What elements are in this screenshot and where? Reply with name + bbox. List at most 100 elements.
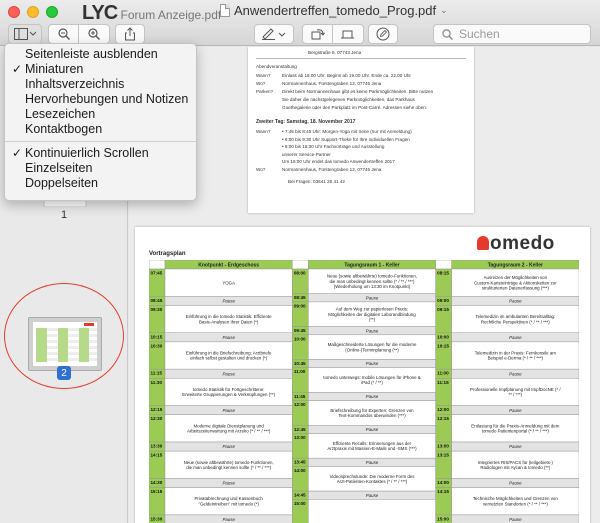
time-label: 14:15 [437,489,449,494]
session-title: Moderne digitale Dienstplanung und Arbeit… [187,423,271,433]
time-label: 10:15 [437,343,449,348]
pause-label: Pause [366,460,379,465]
document-view[interactable]: Bergstraße 8, 07743 Jena Abendveranstalt… [129,47,600,523]
menu-item-items-1[interactable]: ✓ Miniaturen [5,62,196,77]
minimize-window-button[interactable] [27,6,39,18]
session-title: Effiziente Recalls: Erinnerungen aus der… [327,441,417,451]
info-row-value: Einlass ab 18.00 Uhr, Beginn ab 19.00 Uh… [282,73,411,78]
time-label: 07:45 [151,271,163,276]
time-label: 12:15 [151,407,163,412]
sidebar-view-button[interactable] [8,24,42,44]
time-label: 08:00 [294,271,306,276]
menu-item-items-3[interactable]: Hervorhebungen und Notizen [5,92,196,107]
session-title: YOGA [222,280,235,285]
time-label: 08:45 [151,298,163,303]
info-row-value: Um 16:00 Uhr endet das tomedo Anwendertr… [282,159,395,164]
time-label: 10:00 [437,334,449,339]
checkmark-icon: ✓ [12,62,23,76]
menu-item-items2-0[interactable]: ✓ Kontinuierlich Scrollen [5,146,196,161]
session-title: Briefschreibung für Experten: Grenzen vo… [330,408,414,418]
menu-item-items-4[interactable]: Lesezeichen [5,107,196,122]
zoom-in-button[interactable] [79,25,109,43]
time-label: 10:30 [151,343,163,348]
column-header: Knotpunkt - Erdgeschoss [198,262,259,268]
zoom-in-icon [88,28,100,40]
search-input[interactable] [459,27,579,41]
crop-button[interactable] [333,25,363,43]
rotate-button[interactable] [303,25,333,43]
time-label: 15:15 [151,489,163,494]
time-label: 11:15 [437,380,449,385]
title-bar: LYC Forum Anzeige.pdf Anwendertreffen_to… [0,0,600,46]
menu-item-items2-1[interactable]: Einzelseiten [5,161,196,176]
session-title: Telemedizin im ambulanten Bereitsalltag:… [475,314,555,324]
contact-footer: Bei Fragen: 03641 26 41 42 [288,179,345,184]
column-header: Tagungsraum 2 - Keller [488,262,543,268]
menu-item-items-0[interactable]: Seitenleiste ausblenden [5,47,196,62]
time-label: 11:15 [151,371,163,376]
pause-label: Pause [222,517,235,522]
session-title: Ausreizen der Möglichkeiten von Custom-Ka… [474,275,557,290]
logo-hat-icon [477,236,489,250]
pause-label: Pause [222,335,235,340]
close-window-button[interactable] [8,6,20,18]
pause-label: Pause [509,517,522,522]
rotate-icon [311,29,325,40]
info-row-value: • 8:00 bis 16:30 Uhr Fachvorträge und Au… [282,144,385,149]
time-label: 14:00 [294,468,306,473]
time-label: 13:00 [294,435,306,440]
menu-item-label: Miniaturen [25,62,84,76]
pause-label: Pause [366,328,379,333]
sidebar-icon [14,28,36,40]
pause-label: Pause [509,481,522,486]
time-label: 12:00 [437,407,449,412]
time-label: 15:30 [151,516,163,521]
time-label: 11:30 [151,380,163,385]
document-title[interactable]: Anwendertreffen_tomedo_Prog.pdf ⌄ [220,3,448,18]
time-label: 11:45 [294,394,306,399]
time-label: 12:15 [437,416,449,421]
menu-item-label: Lesezeichen [25,107,96,121]
menu-item-items-2[interactable]: Inhaltsverzeichnis [5,77,196,92]
pdf-page-1: Bergstraße 8, 07743 Jena Abendveranstalt… [248,47,474,213]
share-button[interactable] [115,24,145,44]
pause-label: Pause [366,361,379,366]
zoom-out-button[interactable] [49,25,79,43]
pause-label: Pause [366,427,379,432]
time-label: 14:30 [151,480,163,485]
info-row-value: • 8:00 bis 9:30 Uhr Support-Theke für Ih… [282,136,410,142]
time-label: 12:30 [151,416,163,421]
time-label: 09:45 [294,328,306,333]
time-label: 10:45 [294,361,306,366]
pause-label: Pause [509,444,522,449]
pen-icon [262,28,286,40]
time-label: 13:15 [437,453,449,458]
time-header-cell [435,260,452,270]
menu-item-items-5[interactable]: Kontaktbogen [5,122,196,137]
session-title: Privatabrechnung und Kassenbuch "Geldeint… [194,496,263,506]
menu-item-label: Inhaltsverzeichnis [25,77,125,91]
menu-item-label: Doppelseiten [25,176,98,190]
markup-toolbar-button[interactable] [368,24,398,44]
info-row-key: Wo? [256,81,266,86]
time-label: 09:00 [294,303,306,308]
markup-pen-button[interactable] [254,24,294,44]
pause-label: Pause [222,298,235,303]
tomedo-logo: omedo [477,233,555,255]
pause-label: Pause [366,493,379,498]
annotation-circle-thumbnail [4,283,124,389]
time-label: 09:30 [151,307,163,312]
pdf-document-icon [220,4,230,17]
sidebar-view-menu: Seitenleiste ausblenden ✓ Miniaturen Inhalt… [4,43,197,201]
time-label: 14:00 [437,480,449,485]
time-label: 14:45 [294,493,306,498]
info-row-value: unserer Service-Partner [282,151,331,157]
menu-item-items2-2[interactable]: Doppelseiten [5,176,196,191]
search-field[interactable] [433,24,591,44]
info-row-key: Wo? [256,166,266,172]
zoom-window-button[interactable] [46,6,58,18]
pause-label: Pause [222,371,235,376]
session-title: Neue (sowie altbewährte) tomedo-Funktion… [327,274,417,289]
background-window-title: LYC Forum Anzeige.pdf [82,2,222,24]
pause-label: Pause [222,481,235,486]
